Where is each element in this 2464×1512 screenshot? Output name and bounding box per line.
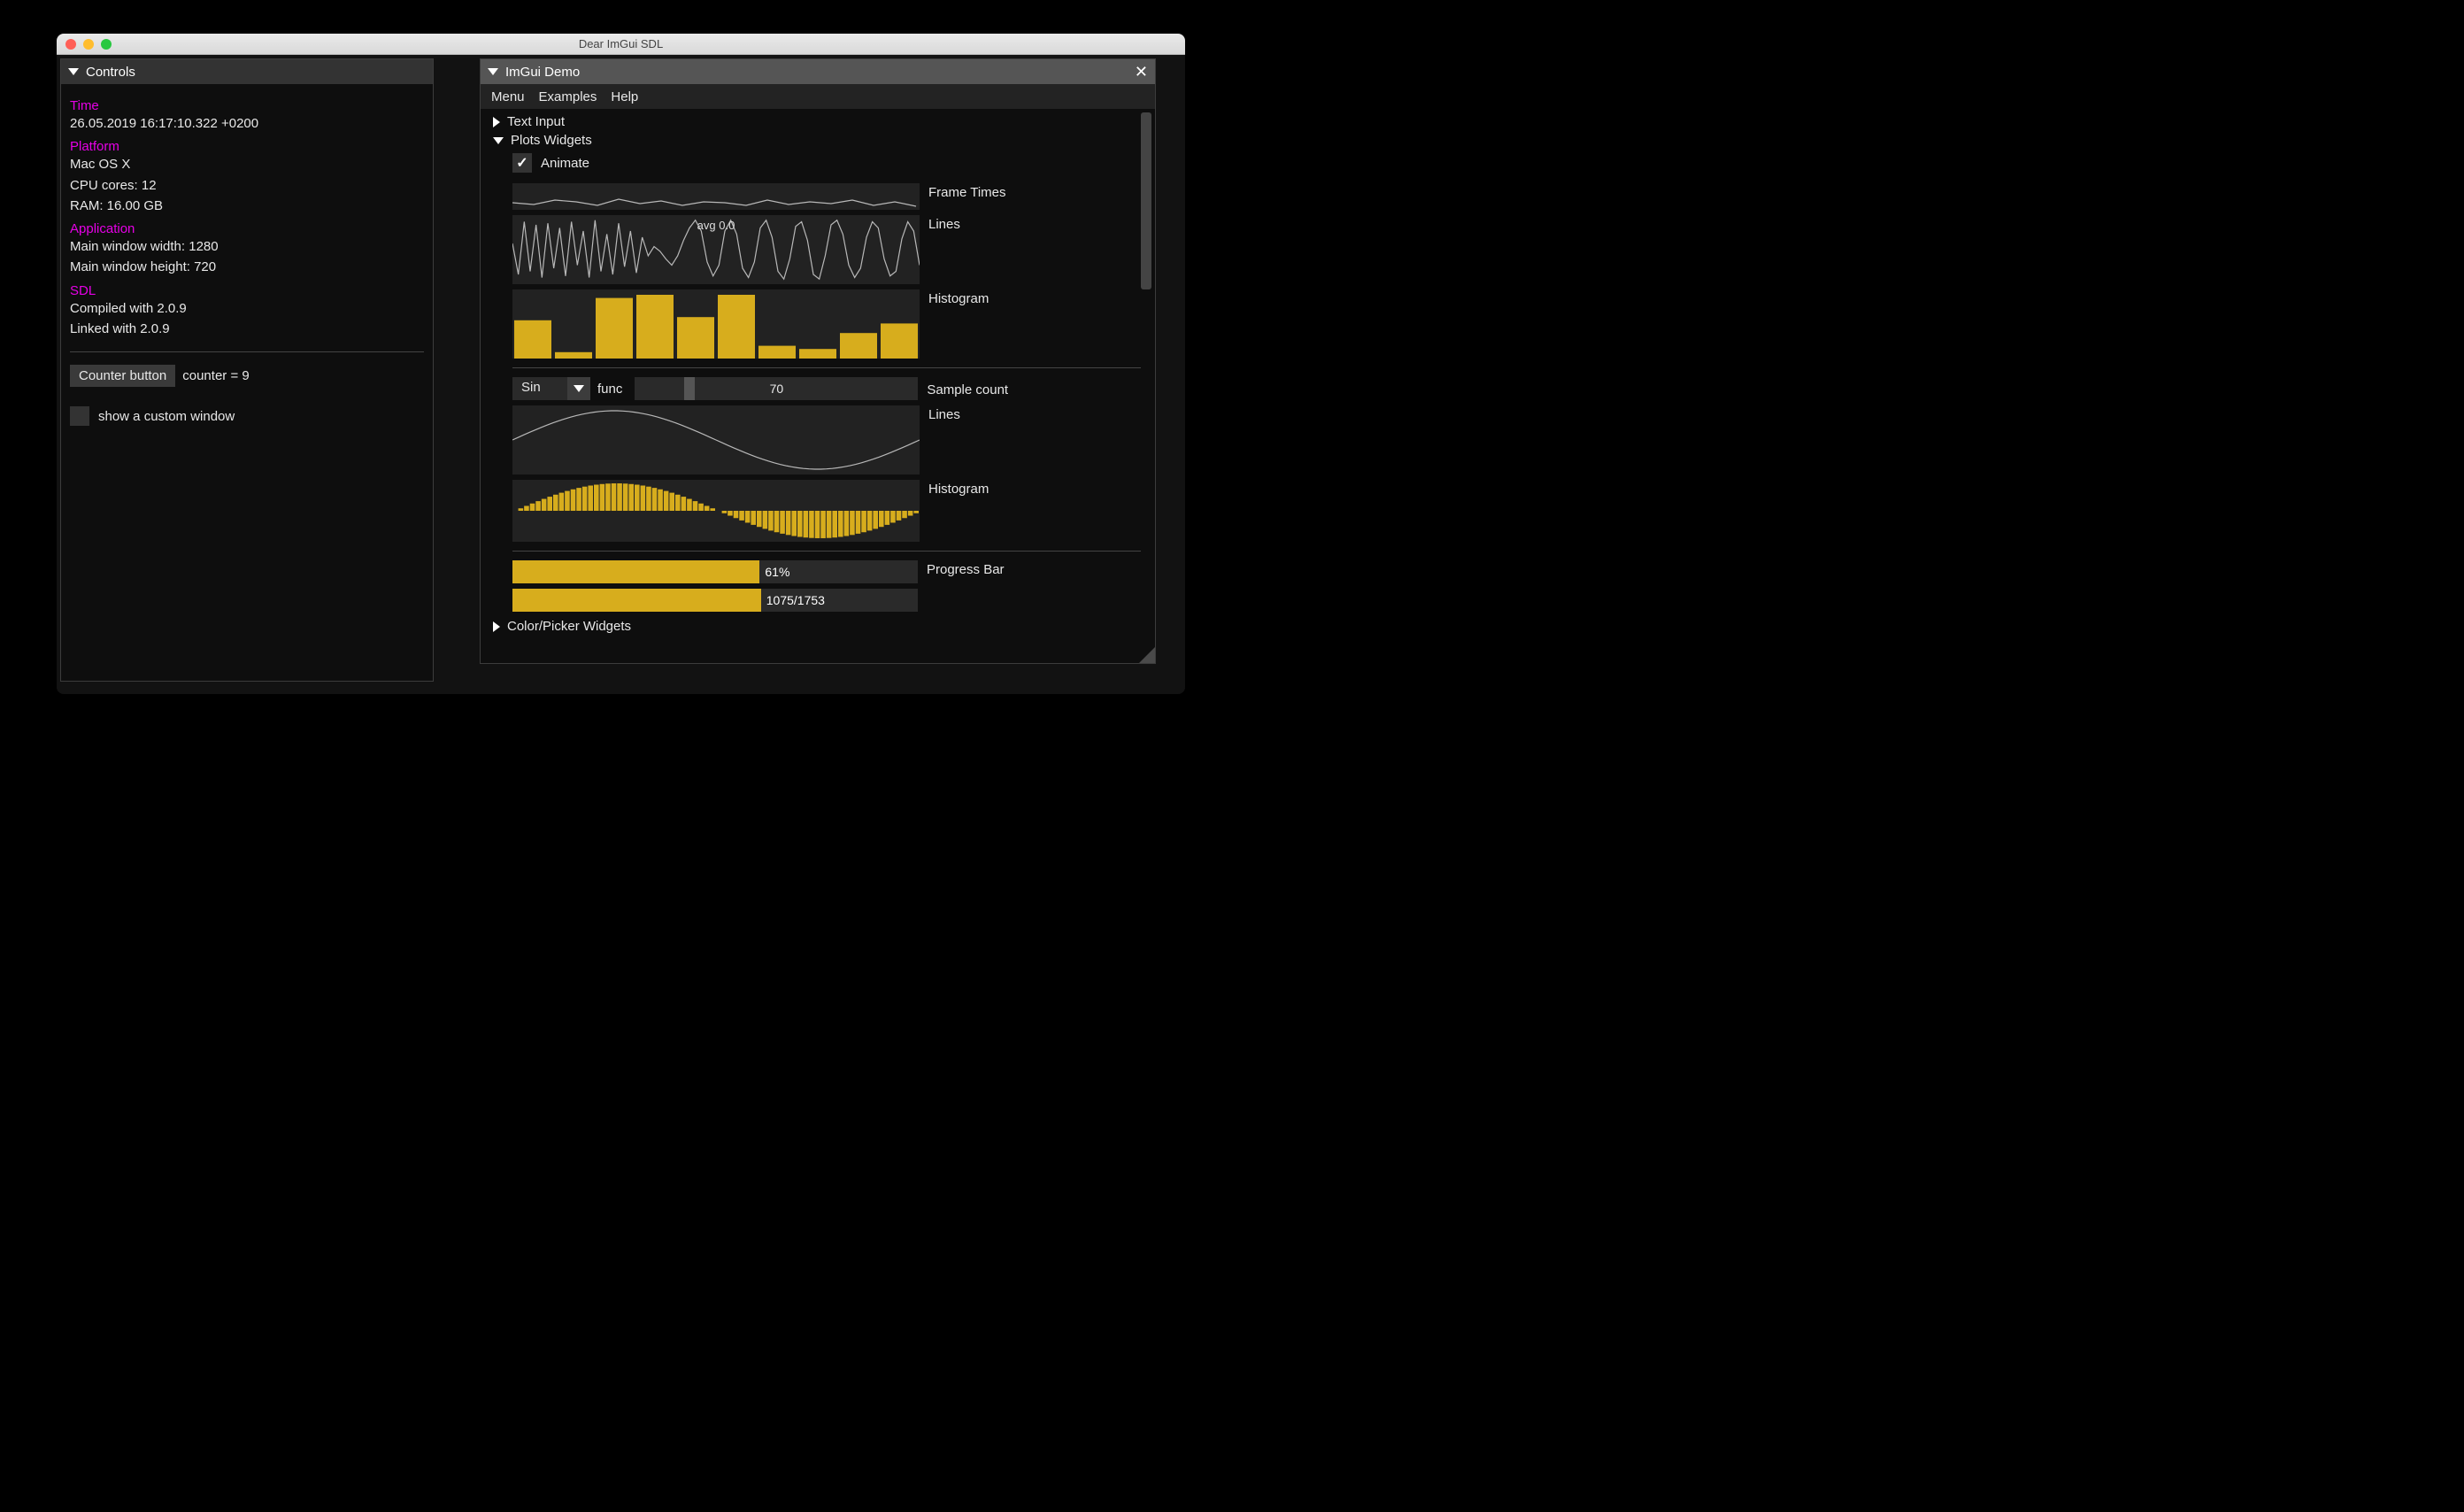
separator: [512, 551, 1141, 552]
sdl-linked: Linked with 2.0.9: [70, 319, 424, 339]
tree-plots-widgets[interactable]: Plots Widgets: [493, 131, 1141, 150]
close-icon[interactable]: ✕: [1135, 64, 1148, 80]
plot-histogram-sin: [512, 480, 920, 542]
cpu-cores: CPU cores: 12: [70, 175, 424, 196]
demo-titlebar[interactable]: ImGui Demo ✕: [481, 59, 1155, 84]
ram: RAM: 16.00 GB: [70, 196, 424, 216]
progress-bar-2: 1075/1753: [512, 589, 918, 612]
counter-value: counter = 9: [182, 366, 249, 386]
collapse-icon[interactable]: [68, 68, 79, 75]
plot-overlay-text: avg 0.0: [512, 219, 920, 232]
plot-label: Histogram: [928, 480, 989, 497]
window-width: Main window width: 1280: [70, 236, 424, 257]
chevron-down-icon[interactable]: [567, 377, 590, 400]
collapse-icon[interactable]: [488, 68, 498, 75]
plot-lines-sin: [512, 405, 920, 474]
sdl-compiled: Compiled with 2.0.9: [70, 298, 424, 319]
platform-os: Mac OS X: [70, 154, 424, 174]
controls-title: Controls: [86, 65, 135, 80]
animate-label: Animate: [541, 156, 589, 171]
func-label: func: [597, 382, 622, 397]
window-title: Dear ImGui SDL: [57, 37, 1185, 50]
tree-label: Color/Picker Widgets: [507, 619, 631, 634]
demo-title: ImGui Demo: [505, 65, 580, 80]
slider-value: 70: [770, 382, 784, 396]
tree-text-input[interactable]: Text Input: [493, 112, 1141, 131]
tree-label: Plots Widgets: [511, 133, 592, 148]
sdl-heading: SDL: [70, 283, 424, 298]
progress-fill: [512, 589, 761, 612]
titlebar[interactable]: Dear ImGui SDL: [57, 34, 1185, 55]
time-value: 26.05.2019 16:17:10.322 +0200: [70, 113, 424, 134]
time-heading: Time: [70, 98, 424, 113]
resize-grip[interactable]: [1139, 647, 1155, 663]
scrollbar[interactable]: [1141, 112, 1151, 289]
chevron-right-icon: [493, 117, 500, 127]
chevron-down-icon: [493, 137, 504, 144]
app-window: Dear ImGui SDL Controls Time 26.05.2019 …: [57, 34, 1185, 694]
slider-handle[interactable]: [684, 377, 695, 400]
plot-label: Lines: [928, 215, 960, 232]
plot-histogram: [512, 289, 920, 359]
progress-text: 61%: [765, 565, 789, 579]
plot-frame-times: [512, 183, 920, 210]
demo-panel: ImGui Demo ✕ Menu Examples Help Text Inp…: [480, 58, 1156, 664]
controls-titlebar[interactable]: Controls: [61, 59, 433, 84]
window-height: Main window height: 720: [70, 257, 424, 277]
plot-label: Histogram: [928, 289, 989, 306]
controls-panel: Controls Time 26.05.2019 16:17:10.322 +0…: [60, 58, 434, 682]
checkbox-icon[interactable]: [70, 406, 89, 426]
chevron-right-icon: [493, 621, 500, 632]
sample-count-slider[interactable]: 70: [635, 377, 918, 400]
func-combo[interactable]: Sin: [512, 377, 590, 400]
plot-label: Lines: [928, 405, 960, 422]
progress-text: 1075/1753: [766, 593, 825, 607]
menu-menu[interactable]: Menu: [491, 89, 525, 104]
sample-count-label: Sample count: [927, 381, 1008, 397]
func-value: Sin: [512, 377, 567, 400]
plot-lines: avg 0.0: [512, 215, 920, 284]
progress-fill: [512, 560, 759, 583]
custom-window-checkbox[interactable]: show a custom window: [70, 406, 235, 426]
application-heading: Application: [70, 221, 424, 236]
tree-label: Text Input: [507, 114, 565, 129]
plot-label: Frame Times: [928, 183, 1006, 200]
separator: [70, 351, 424, 352]
platform-heading: Platform: [70, 139, 424, 154]
checkbox-icon[interactable]: [512, 153, 532, 173]
demo-menubar: Menu Examples Help: [481, 84, 1155, 109]
animate-checkbox[interactable]: Animate: [512, 153, 589, 173]
menu-examples[interactable]: Examples: [539, 89, 597, 104]
tree-color-picker[interactable]: Color/Picker Widgets: [493, 617, 1141, 636]
progress-label: Progress Bar: [927, 560, 1005, 577]
separator: [512, 367, 1141, 368]
custom-window-label: show a custom window: [98, 409, 235, 424]
progress-bar-1: 61%: [512, 560, 918, 583]
menu-help[interactable]: Help: [611, 89, 638, 104]
counter-button[interactable]: Counter button: [70, 365, 175, 387]
